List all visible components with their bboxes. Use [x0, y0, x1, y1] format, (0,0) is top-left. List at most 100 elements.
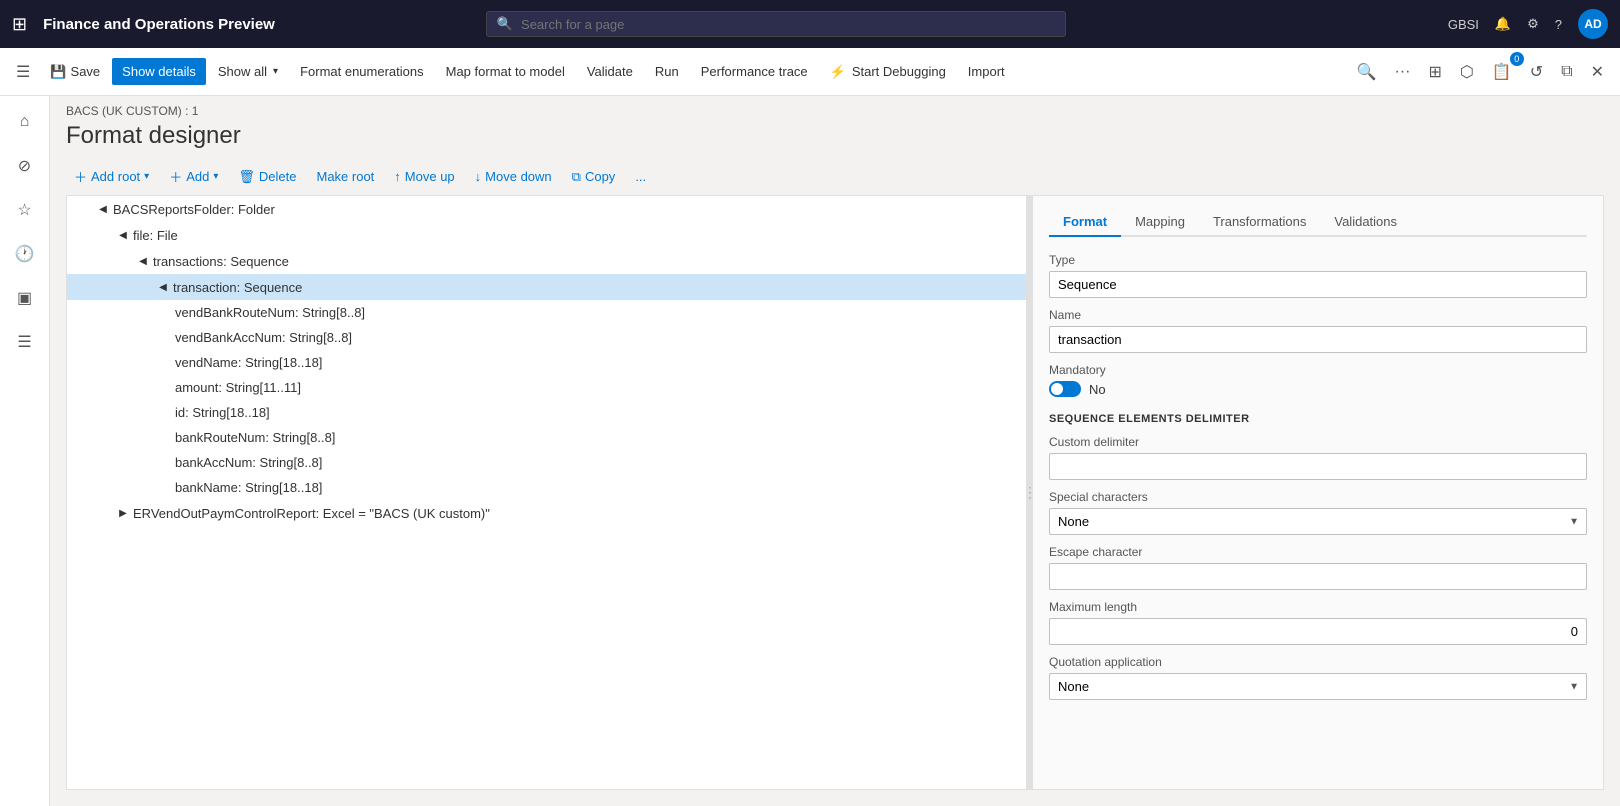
add-root-button[interactable]: ＋ Add root ▾	[66, 162, 157, 191]
tree-panel: ◀ BACSReportsFolder: Folder ◀ file: File…	[67, 196, 1027, 789]
ribbon: ☰ 💾 Save Show details Show all ▾ Format …	[0, 48, 1620, 96]
tree-item-transaction[interactable]: ◀ transaction: Sequence	[67, 274, 1026, 300]
mandatory-toggle[interactable]	[1049, 381, 1081, 397]
tree-item-id[interactable]: id: String[18..18]	[67, 400, 1026, 425]
save-button[interactable]: 💾 Save	[40, 58, 110, 86]
sidebar-list-icon[interactable]: ☰	[7, 324, 43, 360]
nav-right: GBSI 🔔 ⚙ ? AD	[1448, 9, 1608, 39]
sidebar-recent-icon[interactable]: 🕐	[7, 236, 43, 272]
grid-view-icon[interactable]: ⊞	[1420, 56, 1449, 88]
locale-label: GBSI	[1448, 17, 1479, 32]
content-split: ◀ BACSReportsFolder: Folder ◀ file: File…	[66, 195, 1604, 790]
quotation-app-label: Quotation application	[1049, 655, 1587, 669]
copy-icon: ⧉	[572, 169, 581, 185]
custom-delimiter-input[interactable]	[1049, 453, 1587, 480]
debug-icon: ⚡	[830, 64, 846, 80]
type-field-label: Type	[1049, 253, 1587, 267]
add-icon: ＋	[169, 167, 182, 186]
expand-transaction-icon: ◀	[155, 279, 171, 295]
map-format-button[interactable]: Map format to model	[436, 58, 575, 85]
avatar[interactable]: AD	[1578, 9, 1608, 39]
app-grid-icon[interactable]: ⊞	[12, 14, 27, 35]
sidebar-filter-icon[interactable]: ⊘	[7, 148, 43, 184]
content-area: BACS (UK CUSTOM) : 1 Format designer ＋ A…	[50, 96, 1620, 806]
custom-delimiter-label: Custom delimiter	[1049, 435, 1587, 449]
tree-item-transactions[interactable]: ◀ transactions: Sequence	[67, 248, 1026, 274]
tab-mapping[interactable]: Mapping	[1121, 208, 1199, 237]
validate-button[interactable]: Validate	[577, 58, 643, 85]
tab-validations[interactable]: Validations	[1320, 208, 1411, 237]
move-down-button[interactable]: ↓ Move down	[467, 164, 560, 189]
top-navigation: ⊞ Finance and Operations Preview 🔍 GBSI …	[0, 0, 1620, 48]
tree-item-file[interactable]: ◀ file: File	[67, 222, 1026, 248]
tree-item-vend-name[interactable]: vendName: String[18..18]	[67, 350, 1026, 375]
start-debugging-button[interactable]: ⚡ Start Debugging	[820, 58, 956, 86]
show-all-caret: ▾	[273, 66, 278, 77]
special-chars-select[interactable]: None CR LF LF CR	[1049, 508, 1587, 535]
show-details-button[interactable]: Show details	[112, 58, 206, 85]
copy-button[interactable]: ⧉ Copy	[564, 164, 624, 190]
help-icon[interactable]: ?	[1555, 17, 1562, 32]
badge-container: 📋 0	[1484, 56, 1520, 88]
special-chars-label: Special characters	[1049, 490, 1587, 504]
delete-button[interactable]: 🗑 Delete	[230, 164, 304, 190]
format-enumerations-button[interactable]: Format enumerations	[290, 58, 434, 85]
sidebar-star-icon[interactable]: ☆	[7, 192, 43, 228]
move-up-button[interactable]: ↑ Move up	[386, 164, 462, 189]
left-sidebar: ⌂ ⊘ ☆ 🕐 ▣ ☰	[0, 96, 50, 806]
delete-icon: 🗑	[238, 169, 255, 185]
app-title: Finance and Operations Preview	[43, 16, 275, 33]
type-field-input[interactable]	[1049, 271, 1587, 298]
badge-count: 0	[1510, 52, 1524, 66]
add-button[interactable]: ＋ Add ▾	[161, 162, 226, 191]
more-button[interactable]: ...	[627, 164, 654, 189]
escape-char-label: Escape character	[1049, 545, 1587, 559]
search-ribbon-icon[interactable]: 🔍	[1349, 56, 1385, 88]
sequence-delimiter-header: SEQUENCE ELEMENTS DELIMITER	[1049, 413, 1587, 425]
mandatory-toggle-row: No	[1049, 381, 1587, 397]
tab-format[interactable]: Format	[1049, 208, 1121, 237]
tree-item-er-vend[interactable]: ▶ ERVendOutPaymControlReport: Excel = "B…	[67, 500, 1026, 526]
properties-panel: Format Mapping Transformations Validatio…	[1033, 196, 1603, 789]
notification-icon[interactable]: 🔔	[1495, 16, 1511, 32]
close-icon[interactable]: ✕	[1583, 56, 1612, 88]
main-layout: ⌂ ⊘ ☆ 🕐 ▣ ☰ BACS (UK CUSTOM) : 1 Format …	[0, 96, 1620, 806]
escape-char-input[interactable]	[1049, 563, 1587, 590]
refresh-icon[interactable]: ↺	[1522, 56, 1551, 88]
add-root-icon: ＋	[74, 167, 87, 186]
tree-item-vend-bank-route[interactable]: vendBankRouteNum: String[8..8]	[67, 300, 1026, 325]
tree-item-amount[interactable]: amount: String[11..11]	[67, 375, 1026, 400]
search-input[interactable]	[521, 17, 1055, 32]
show-all-button[interactable]: Show all ▾	[208, 58, 288, 85]
expand-file-icon: ◀	[115, 227, 131, 243]
window-icon[interactable]: ⧉	[1553, 57, 1580, 87]
tree-item-vend-bank-acc[interactable]: vendBankAccNum: String[8..8]	[67, 325, 1026, 350]
import-button[interactable]: Import	[958, 58, 1015, 85]
tree-item-bank-acc[interactable]: bankAccNum: String[8..8]	[67, 450, 1026, 475]
mandatory-toggle-text: No	[1089, 382, 1106, 397]
sidebar-dashboard-icon[interactable]: ▣	[7, 280, 43, 316]
more-options-icon[interactable]: ···	[1386, 57, 1418, 87]
special-chars-wrapper: None CR LF LF CR	[1049, 508, 1587, 535]
make-root-button[interactable]: Make root	[308, 164, 382, 189]
hamburger-icon[interactable]: ☰	[8, 56, 38, 88]
sidebar-home-icon[interactable]: ⌂	[7, 104, 43, 140]
settings-icon[interactable]: ⚙	[1527, 16, 1539, 32]
run-button[interactable]: Run	[645, 58, 689, 85]
expand-icon[interactable]: ⬡	[1452, 56, 1482, 88]
move-down-icon: ↓	[475, 169, 482, 184]
search-bar[interactable]: 🔍	[486, 11, 1066, 37]
toolbar: ＋ Add root ▾ ＋ Add ▾ 🗑 Delete Make root …	[50, 158, 1620, 195]
quotation-app-select[interactable]: None All Strings only	[1049, 673, 1587, 700]
quotation-app-wrapper: None All Strings only	[1049, 673, 1587, 700]
tree-item-bank-name[interactable]: bankName: String[18..18]	[67, 475, 1026, 500]
name-field-label: Name	[1049, 308, 1587, 322]
max-length-input[interactable]	[1049, 618, 1587, 645]
name-field-input[interactable]	[1049, 326, 1587, 353]
expand-er-icon: ▶	[115, 505, 131, 521]
search-icon: 🔍	[497, 16, 513, 32]
performance-trace-button[interactable]: Performance trace	[691, 58, 818, 85]
tab-transformations[interactable]: Transformations	[1199, 208, 1320, 237]
tree-item-bank-route[interactable]: bankRouteNum: String[8..8]	[67, 425, 1026, 450]
tree-item-bacs[interactable]: ◀ BACSReportsFolder: Folder	[67, 196, 1026, 222]
